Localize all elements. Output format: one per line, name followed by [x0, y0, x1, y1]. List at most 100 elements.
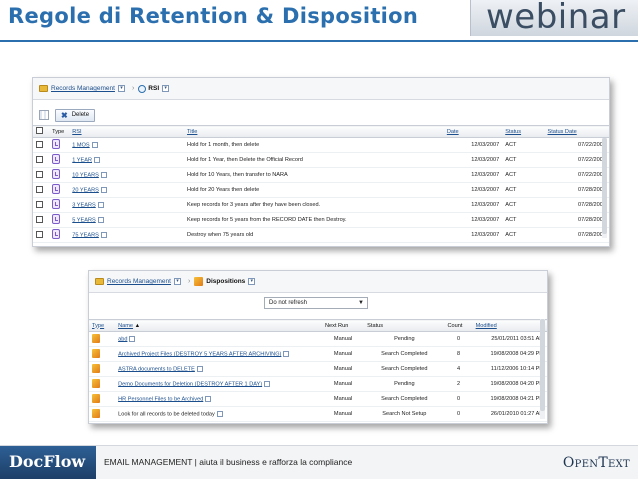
- dropdown-icon[interactable]: ▾: [248, 278, 256, 285]
- disposition-type-icon: [89, 361, 116, 377]
- column-header-next-run: Next Run: [322, 319, 365, 332]
- status-cell: ACT: [502, 182, 545, 198]
- date-cell: 12/03/2007: [443, 137, 503, 153]
- status-cell: Search Completed: [364, 391, 445, 407]
- scrollbar[interactable]: [540, 319, 545, 419]
- dropdown-icon[interactable]: ▾: [162, 85, 170, 92]
- refresh-select[interactable]: Do not refresh ▼: [264, 297, 368, 309]
- status-cell: Search Not Setup: [364, 406, 445, 422]
- row-checkbox[interactable]: [33, 212, 50, 228]
- breadcrumb: Records Management ▾ › RSI ▾: [33, 78, 609, 100]
- dropdown-icon[interactable]: [91, 141, 98, 148]
- title-cell: Keep records for 3 years after they have…: [184, 197, 444, 213]
- dropdown-icon[interactable]: [100, 171, 107, 178]
- row-checkbox[interactable]: [33, 227, 50, 243]
- next-run-cell: Manual: [322, 361, 365, 377]
- delete-button[interactable]: ✖ Delete: [55, 108, 96, 122]
- name-cell[interactable]: ASTRA documents to DELETE: [115, 361, 322, 377]
- name-cell[interactable]: abd: [115, 331, 322, 347]
- grid-view-icon[interactable]: [39, 110, 49, 120]
- name-cell[interactable]: Look for all records to be deleted today: [115, 406, 322, 422]
- footer-caption: EMAIL MANAGEMENT | aiuta il business e r…: [104, 457, 353, 467]
- title-cell: Hold for 10 Years, then transfer to NARA: [184, 167, 444, 183]
- rsi-cell[interactable]: 5 YEARS: [69, 212, 185, 228]
- status-date-cell: 07/28/2003: [544, 227, 609, 243]
- column-header-type[interactable]: Type: [89, 319, 116, 332]
- table-row[interactable]: 20 YEARS Hold for 20 Years then delete 12/…: [33, 182, 609, 198]
- table-row[interactable]: Archived Project Files (DESTROY 5 YEARS …: [89, 346, 547, 362]
- row-checkbox[interactable]: [33, 137, 50, 153]
- next-run-cell: Manual: [322, 346, 365, 362]
- breadcrumb-records-management[interactable]: Records Management: [51, 85, 115, 92]
- webinar-logo: webinar: [486, 0, 626, 37]
- dropdown-icon[interactable]: [97, 201, 104, 208]
- column-header-name[interactable]: Name ▲: [115, 319, 322, 332]
- slide-footer: DocFlow EMAIL MANAGEMENT | aiuta il busi…: [0, 445, 638, 479]
- dropdown-icon[interactable]: [196, 365, 203, 372]
- scrollbar[interactable]: [602, 138, 607, 238]
- dispositions-panel: Records Management ▾ › Dispositions ▾ Do…: [88, 270, 548, 424]
- column-header-type: Type: [49, 125, 70, 138]
- column-header-status-date[interactable]: Status Date: [544, 125, 609, 138]
- rsi-type-icon: [49, 137, 70, 153]
- dropdown-icon[interactable]: [129, 335, 136, 342]
- column-header-count: Count: [444, 319, 473, 332]
- row-checkbox[interactable]: [33, 167, 50, 183]
- rsi-cell[interactable]: 1 YEAR: [69, 152, 185, 168]
- status-cell: Search Completed: [364, 346, 445, 362]
- table-row[interactable]: Look for all records to be deleted today…: [89, 406, 547, 422]
- column-header-date[interactable]: Date: [443, 125, 503, 138]
- rsi-cell[interactable]: 3 YEARS: [69, 197, 185, 213]
- dropdown-icon[interactable]: [283, 350, 290, 357]
- column-header-status: Status: [364, 319, 445, 332]
- table-row[interactable]: Demo Documents for Deletion (DESTROY AFT…: [89, 376, 547, 392]
- row-checkbox[interactable]: [33, 197, 50, 213]
- status-cell: ACT: [502, 197, 545, 213]
- rsi-cell[interactable]: 1 MOS: [69, 137, 185, 153]
- name-cell[interactable]: Demo Documents for Deletion (DESTROY AFT…: [115, 376, 322, 392]
- dropdown-icon[interactable]: [205, 395, 212, 402]
- rsi-icon: [138, 84, 147, 93]
- table-row[interactable]: 1 MOS Hold for 1 month, then delete 12/03/…: [33, 137, 609, 153]
- count-cell: 4: [444, 361, 473, 377]
- table-row[interactable]: 5 YEARS Keep records for 5 years from the…: [33, 212, 609, 228]
- column-header-status[interactable]: Status: [502, 125, 545, 138]
- table-row[interactable]: 10 YEARS Hold for 10 Years, then transfer…: [33, 167, 609, 183]
- date-cell: 12/03/2007: [443, 167, 503, 183]
- breadcrumb-records-management[interactable]: Records Management: [107, 278, 171, 285]
- table-row[interactable]: abd Manual Pending 0 25/01/2011 03:51 AM: [89, 331, 547, 347]
- disposition-type-icon: [89, 391, 116, 407]
- status-cell: ACT: [502, 167, 545, 183]
- row-checkbox[interactable]: [33, 182, 50, 198]
- dropdown-icon[interactable]: [97, 216, 104, 223]
- rsi-type-icon: [49, 152, 70, 168]
- modified-cell: 19/08/2008 04:29 PM: [472, 346, 547, 362]
- column-header-modified[interactable]: Modified: [472, 319, 547, 332]
- status-cell: ACT: [502, 152, 545, 168]
- breadcrumb-current: RSI: [148, 85, 160, 92]
- rsi-cell[interactable]: 20 YEARS: [69, 182, 185, 198]
- folder-icon: [39, 85, 48, 92]
- dropdown-icon[interactable]: [216, 410, 223, 417]
- dropdown-icon[interactable]: ▾: [117, 85, 125, 92]
- column-header-title[interactable]: Title: [184, 125, 444, 138]
- table-row[interactable]: 75 YEARS Destroy when 75 years old 12/03/2…: [33, 227, 609, 243]
- dropdown-icon[interactable]: [100, 186, 107, 193]
- select-all-checkbox[interactable]: [33, 125, 50, 138]
- table-row[interactable]: 3 YEARS Keep records for 3 years after th…: [33, 197, 609, 213]
- column-header-rsi[interactable]: RSI: [69, 125, 185, 138]
- row-checkbox[interactable]: [33, 152, 50, 168]
- dropdown-icon[interactable]: ▾: [173, 278, 181, 285]
- dropdown-icon[interactable]: [264, 380, 271, 387]
- name-cell[interactable]: HR Personnel Files to be Archived: [115, 391, 322, 407]
- dropdown-icon[interactable]: [94, 156, 101, 163]
- sort-ascending-icon: ▲: [134, 322, 141, 329]
- dropdown-icon[interactable]: [100, 231, 107, 238]
- table-row[interactable]: ASTRA documents to DELETE Manual Search Co…: [89, 361, 547, 377]
- table-row[interactable]: 1 YEAR Hold for 1 Year, then Delete the O…: [33, 152, 609, 168]
- status-date-cell: 07/28/2003: [544, 182, 609, 198]
- table-row[interactable]: HR Personnel Files to be Archived Manual S…: [89, 391, 547, 407]
- name-cell[interactable]: Archived Project Files (DESTROY 5 YEARS …: [115, 346, 322, 362]
- rsi-cell[interactable]: 10 YEARS: [69, 167, 185, 183]
- rsi-cell[interactable]: 75 YEARS: [69, 227, 185, 243]
